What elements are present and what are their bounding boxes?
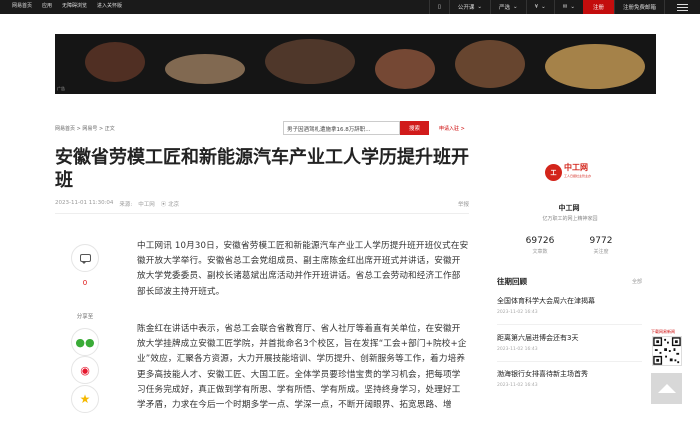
free-mail-link[interactable]: 注册免费邮箱 [613, 0, 664, 14]
stat-follows: 9772 关注度 [581, 236, 621, 255]
view-all-link[interactable]: 全部 [632, 278, 642, 285]
register-button[interactable]: 注册 [582, 0, 614, 14]
publish-datetime: 2023-11-01 11:30:04 [55, 200, 114, 206]
mail-icon: ✉ [562, 4, 568, 10]
chevron-down-icon: ⌄ [477, 4, 483, 10]
search-button[interactable]: 搜索 [400, 121, 429, 135]
phone-icon: ▯ [437, 4, 441, 10]
article-meta: 2023-11-01 11:30:04 来源: 中工网 ⦿ 北京 举报 [55, 200, 469, 208]
location-pin-icon: ⦿ [160, 202, 167, 208]
finance-menu[interactable]: ¥ ⌄ [525, 0, 554, 14]
review-divider [497, 361, 642, 362]
comment-count: 0 [82, 279, 88, 287]
source-title[interactable]: 中工网 [540, 203, 598, 213]
review-item[interactable]: 渤海银行女排喜待新主场首秀 2023-11-02 16:43 [497, 369, 647, 388]
phone-button[interactable]: ▯ [428, 0, 449, 14]
weibo-icon: ◉ [80, 363, 90, 377]
source-description: 亿万职工的网上精神家园 [542, 216, 598, 222]
comment-button[interactable] [71, 244, 99, 272]
review-title: 距离第六届进博会还有3天 [497, 334, 579, 342]
comment-icon [79, 254, 91, 264]
share-wechat-button[interactable]: ●● [71, 328, 99, 356]
review-item[interactable]: 距离第六届进博会还有3天 2023-11-02 16:43 [497, 333, 647, 352]
report-link[interactable]: 举报 [458, 200, 469, 208]
review-title: 渤海银行女排喜待新主场首秀 [497, 370, 588, 378]
stat-articles: 69726 文章数 [520, 236, 560, 255]
ad-tag: 广告 [57, 86, 65, 91]
source-logo[interactable]: 工 中工网 工人日报社主管主办 [545, 158, 593, 186]
review-title: 全国体育科学大会周六在津揭幕 [497, 297, 595, 305]
apply-join-link[interactable]: 申请入驻 > [439, 125, 465, 132]
menu-button[interactable] [664, 0, 700, 14]
review-divider [497, 324, 642, 325]
banner-ad[interactable]: 广告 [55, 34, 656, 94]
back-to-top-button[interactable] [651, 373, 682, 404]
chevron-down-icon: ⌄ [513, 4, 518, 10]
stat-follows-label: 关注度 [593, 249, 609, 255]
share-qzone-button[interactable]: ★ [71, 385, 99, 413]
qr-code-image [652, 336, 682, 366]
source-name[interactable]: 中工网 [138, 200, 155, 208]
yanxuan-menu[interactable]: 严选 ⌄ [490, 0, 526, 14]
review-date: 2023-11-02 16:43 [497, 310, 538, 315]
location: ⦿ 北京 [160, 202, 180, 208]
nav-link-home[interactable]: 网易首页 [12, 2, 32, 9]
review-date: 2023-11-02 16:43 [497, 383, 538, 388]
hamburger-icon [677, 3, 688, 11]
qzone-star-icon: ★ [79, 392, 91, 406]
article-paragraph: 中工网讯 10月30日，安徽省劳模工匠和新能源汽车产业工人学历提升班开班仪式在安… [137, 241, 469, 297]
share-weibo-button[interactable]: ◉ [71, 356, 99, 384]
logo-text: 中工网 工人日报社主管主办 [564, 163, 592, 178]
top-nav-bar: 网易首页 应用 无障碍浏览 进入关怀版 ▯ 公开课 ⌄ 严选 ⌄ ¥ ⌄ ✉ ⌄… [0, 0, 700, 14]
nav-link-accessibility[interactable]: 无障碍浏览 [62, 2, 87, 9]
source-label: 来源: [119, 202, 133, 208]
logo-emblem-icon: 工 [545, 163, 562, 181]
breadcrumb[interactable]: 网易首页 > 网易号 > 正文 [55, 125, 115, 132]
download-app-label[interactable]: 下载网易新闻 [651, 329, 675, 335]
open-course-label: 公开课 [457, 5, 475, 11]
nav-link-care-mode[interactable]: 进入关怀版 [97, 2, 122, 9]
wechat-icon: ●● [75, 335, 95, 349]
search-input[interactable]: 男子因酒驾札遭施拿16.8万辞职... [283, 121, 400, 135]
stat-articles-label: 文章数 [532, 249, 548, 255]
article-title: 安徽省劳模工匠和新能源汽车产业工人学历提升班开班 [55, 147, 469, 191]
open-course-menu[interactable]: 公开课 ⌄ [448, 0, 490, 14]
stat-articles-num: 69726 [525, 236, 555, 246]
share-label: 分享至 [76, 314, 94, 320]
chevron-down-icon: ⌄ [570, 4, 575, 10]
past-review-header: 往期回顾 全部 [497, 276, 642, 287]
title-divider [55, 213, 469, 214]
mail-menu[interactable]: ✉ ⌄ [553, 0, 583, 14]
review-date: 2023-11-02 16:43 [497, 347, 538, 352]
yanxuan-label: 严选 [499, 5, 511, 11]
past-review-title: 往期回顾 [497, 277, 527, 286]
article-paragraph: 陈金红在讲话中表示，省总工会联合省教育厅、省人社厅等着直有关单位，在安徽开放大学… [137, 324, 467, 411]
stat-follows-num: 9772 [589, 236, 613, 246]
top-nav-links: 网易首页 应用 无障碍浏览 进入关怀版 [12, 2, 122, 9]
nav-link-apps[interactable]: 应用 [42, 2, 52, 9]
arrow-up-icon [657, 384, 676, 393]
top-nav-right: ▯ 公开课 ⌄ 严选 ⌄ ¥ ⌄ ✉ ⌄ 注册 注册免费邮箱 [428, 0, 700, 14]
yen-icon: ¥ [534, 4, 539, 10]
review-item[interactable]: 全国体育科学大会周六在津揭幕 2023-11-02 16:43 [497, 296, 647, 315]
chevron-down-icon: ⌄ [541, 4, 546, 10]
